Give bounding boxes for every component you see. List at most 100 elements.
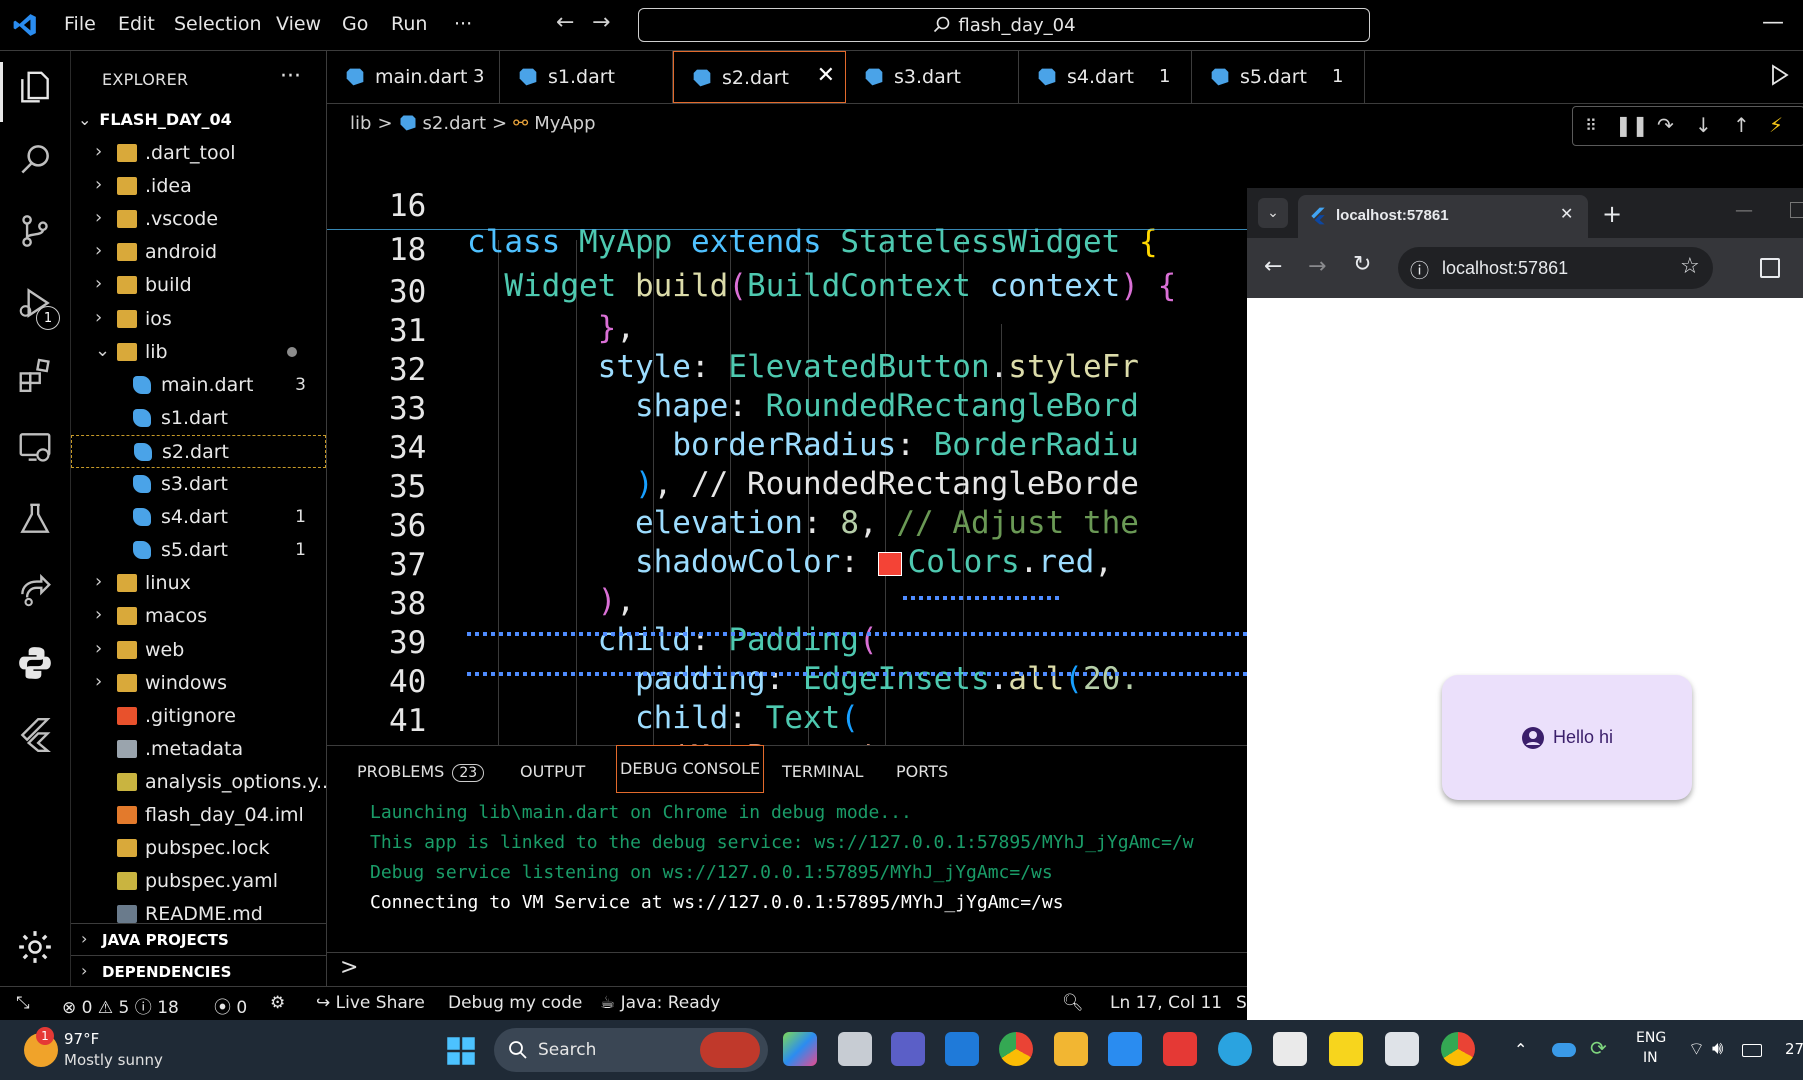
- sticky-notes-icon[interactable]: [1329, 1032, 1363, 1066]
- minimize-button[interactable]: —: [1762, 10, 1784, 35]
- mail-icon[interactable]: [945, 1032, 979, 1066]
- tree-item[interactable]: › build: [71, 269, 326, 302]
- menu-file[interactable]: File: [64, 13, 96, 35]
- chrome-icon[interactable]: [999, 1032, 1033, 1066]
- chrome-active-icon[interactable]: [1441, 1032, 1475, 1066]
- editor-tab[interactable]: main.dart 3: [327, 51, 500, 103]
- close-icon[interactable]: ✕: [817, 63, 835, 88]
- chevron-up-icon[interactable]: ⌃: [1514, 1040, 1527, 1059]
- zoom-icon[interactable]: 🔍︎: [1062, 993, 1084, 1013]
- tree-item[interactable]: › macos: [71, 600, 326, 633]
- menu-edit[interactable]: Edit: [118, 13, 155, 35]
- run-play-icon[interactable]: [1770, 64, 1790, 86]
- tree-item[interactable]: › linux: [71, 567, 326, 600]
- extensions-icon[interactable]: [16, 356, 54, 394]
- browser-minimize-icon[interactable]: —: [1735, 200, 1753, 221]
- teams-icon[interactable]: [891, 1032, 925, 1066]
- tree-item[interactable]: s1.dart: [71, 402, 326, 435]
- tab-debug-console[interactable]: DEBUG CONSOLE: [616, 745, 765, 793]
- step-into-icon[interactable]: ↓: [1695, 113, 1712, 137]
- store-icon[interactable]: [1273, 1032, 1307, 1066]
- bookmark-star-icon[interactable]: ☆: [1680, 254, 1700, 279]
- command-center-search[interactable]: flash_day_04: [638, 8, 1370, 42]
- tree-item[interactable]: › web: [71, 634, 326, 667]
- tree-item[interactable]: s2.dart: [71, 434, 326, 468]
- ports-status[interactable]: ⦿ 0: [214, 993, 247, 1018]
- tree-item[interactable]: flash_day_04.iml: [71, 799, 326, 832]
- tree-item[interactable]: › .idea: [71, 170, 326, 203]
- task-view-icon[interactable]: [838, 1032, 872, 1066]
- browser-maximize-icon[interactable]: [1790, 202, 1803, 218]
- menu-view[interactable]: View: [276, 13, 321, 35]
- explorer-files-icon[interactable]: [16, 68, 54, 106]
- step-over-icon[interactable]: ↷: [1657, 113, 1674, 137]
- tree-item[interactable]: analysis_options.y...: [71, 766, 334, 799]
- tree-item[interactable]: › android: [71, 236, 326, 269]
- browser-tab-close-icon[interactable]: ✕: [1560, 204, 1573, 223]
- breadcrumb-symbol[interactable]: MyApp: [534, 113, 595, 134]
- hot-reload-icon[interactable]: ⚡: [1769, 113, 1783, 137]
- tree-item[interactable]: › .dart_tool: [71, 137, 326, 170]
- menu-run[interactable]: Run: [391, 13, 427, 35]
- status-trailing[interactable]: S: [1236, 993, 1247, 1013]
- code-editor[interactable]: 16 class MyApp extends StatelessWidget {…: [327, 148, 1247, 748]
- dependencies-section[interactable]: › DEPENDENCIES: [71, 955, 326, 986]
- tab-ports[interactable]: PORTS: [896, 762, 948, 781]
- breadcrumb-file[interactable]: s2.dart: [423, 113, 486, 134]
- elevated-button[interactable]: Hello hi: [1442, 675, 1692, 800]
- explorer-more-button[interactable]: ···: [280, 64, 301, 89]
- tab-problems[interactable]: PROBLEMS 23: [357, 762, 485, 782]
- onedrive-cloud-icon[interactable]: [1552, 1043, 1576, 1057]
- remote-explorer-icon[interactable]: [16, 428, 54, 466]
- java-status[interactable]: ☕ Java: Ready: [600, 993, 720, 1013]
- tree-item[interactable]: pubspec.yaml: [71, 865, 326, 898]
- vscode-taskbar-icon[interactable]: [1108, 1032, 1142, 1066]
- problems-status[interactable]: ⊗ 0 ⚠ 5 ⓘ 18: [62, 993, 179, 1018]
- telegram-icon[interactable]: [1218, 1032, 1252, 1066]
- live-share-icon[interactable]: [16, 572, 54, 610]
- site-info-icon[interactable]: ⓘ: [1410, 256, 1429, 283]
- tab-search-chevron-icon[interactable]: ⌄: [1258, 198, 1288, 228]
- remote-indicator[interactable]: ⤡: [16, 993, 30, 1013]
- tab-output[interactable]: OUTPUT: [520, 762, 585, 781]
- file-explorer-icon[interactable]: [1054, 1032, 1088, 1066]
- tree-item[interactable]: .gitignore: [71, 700, 326, 733]
- snipping-tool-icon[interactable]: [1385, 1032, 1419, 1066]
- wps-office-icon[interactable]: [1163, 1032, 1197, 1066]
- editor-tab[interactable]: s5.dart 1: [1192, 51, 1365, 103]
- browser-back-icon[interactable]: ←: [1264, 254, 1282, 279]
- java-projects-section[interactable]: › JAVA PROJECTS: [71, 923, 326, 954]
- live-share-status[interactable]: ↪ Live Share: [316, 993, 425, 1013]
- tab-terminal[interactable]: TERMINAL: [782, 762, 863, 781]
- root-folder-header[interactable]: ⌄ FLASH_DAY_04: [78, 110, 232, 129]
- tree-item[interactable]: pubspec.lock: [71, 832, 326, 865]
- debug-run-icon[interactable]: ⚙: [270, 993, 285, 1013]
- drag-handle-icon[interactable]: ⠿: [1585, 116, 1597, 135]
- tree-item[interactable]: › ios: [71, 303, 326, 336]
- battery-icon[interactable]: [1742, 1044, 1762, 1057]
- weather-temp[interactable]: 97°F: [64, 1030, 99, 1048]
- pause-icon[interactable]: ❚❚: [1615, 113, 1649, 137]
- editor-tab[interactable]: s1.dart: [500, 51, 673, 103]
- language-top[interactable]: ENG: [1636, 1030, 1666, 1046]
- back-arrow-icon[interactable]: ←: [556, 10, 574, 35]
- editor-tab[interactable]: s2.dart ✕: [673, 51, 846, 103]
- address-bar[interactable]: ⓘ localhost:57861 ☆: [1398, 247, 1713, 289]
- tree-item[interactable]: s3.dart: [71, 468, 326, 501]
- flutter-icon[interactable]: [16, 716, 54, 754]
- copilot-icon[interactable]: [783, 1032, 817, 1066]
- forward-arrow-icon[interactable]: →: [592, 10, 610, 35]
- cursor-position[interactable]: Ln 17, Col 11: [1110, 993, 1222, 1013]
- tree-item[interactable]: s4.dart 1: [71, 501, 326, 534]
- tree-item[interactable]: .metadata: [71, 733, 326, 766]
- tree-item[interactable]: main.dart 3: [71, 369, 326, 402]
- sync-icon[interactable]: ⟳: [1590, 1036, 1607, 1060]
- wifi-icon[interactable]: ⌔: [1688, 1038, 1705, 1061]
- breadcrumb-lib[interactable]: lib: [350, 113, 371, 134]
- search-icon[interactable]: [16, 140, 54, 178]
- browser-reload-icon[interactable]: ↻: [1353, 252, 1371, 277]
- clock-partial[interactable]: 27: [1785, 1040, 1803, 1058]
- tree-item[interactable]: s5.dart 1: [71, 534, 326, 567]
- editor-tab[interactable]: s3.dart: [846, 51, 1019, 103]
- debug-my-code-status[interactable]: Debug my code: [448, 993, 582, 1013]
